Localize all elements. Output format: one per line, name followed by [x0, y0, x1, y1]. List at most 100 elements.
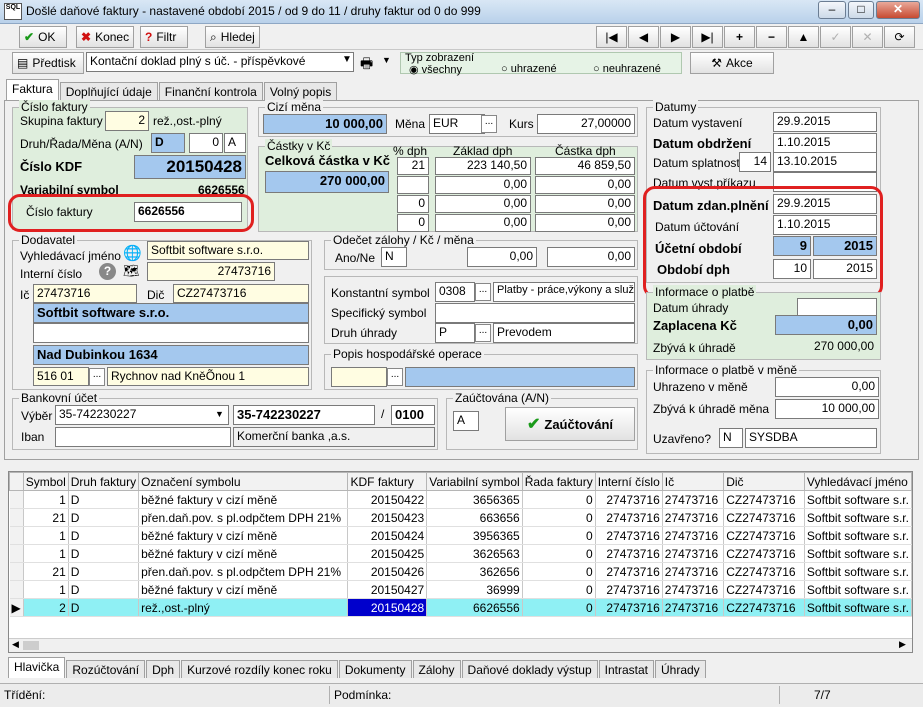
druh-uhrady-field[interactable]: P	[435, 323, 475, 343]
maximize-button[interactable]: □	[848, 1, 874, 19]
table-cell[interactable]: 20150428	[347, 598, 428, 617]
table-cell[interactable]: CZ27473716	[723, 580, 805, 599]
add-record-button[interactable]: +	[724, 26, 755, 48]
popis-lookup-button[interactable]: ...	[387, 368, 403, 386]
table-cell[interactable]: 6626556	[426, 598, 523, 617]
zaklad-4[interactable]: 0,00	[435, 214, 531, 232]
zaklad-2[interactable]: 0,00	[435, 176, 531, 194]
table-cell[interactable]: 27473716	[662, 508, 725, 527]
table-cell[interactable]: 27473716	[662, 544, 725, 563]
castka-3[interactable]: 0,00	[535, 195, 635, 213]
map-icon[interactable]: 🗺	[123, 263, 140, 279]
table-cell[interactable]: 362656	[426, 562, 523, 581]
table-row[interactable]: 1 Dběžné faktury v cizí měně 20150424 39563…	[9, 526, 912, 545]
rada-field[interactable]: 0	[189, 133, 223, 153]
datum-obdrzeni-field[interactable]: 1.10.2015	[773, 133, 877, 153]
table-cell[interactable]: 27473716	[595, 544, 663, 563]
uzivatel-field[interactable]: SYSDBA	[745, 428, 877, 448]
minimize-button[interactable]: –	[818, 1, 846, 19]
table-cell[interactable]: 0	[522, 562, 596, 581]
col-header[interactable]: Řada faktury	[521, 472, 596, 491]
tab-faktura[interactable]: Faktura	[6, 79, 59, 100]
table-row[interactable]: 1 Dběžné faktury v cizí měně 20150427 36999…	[9, 580, 912, 599]
printer-icon[interactable]: 🖶	[360, 53, 373, 77]
tab-dph[interactable]: Dph	[146, 660, 181, 678]
vyhledavaci-jmeno-field[interactable]: Softbit software s.r.o.	[147, 241, 309, 260]
tab-dokumenty[interactable]: Dokumenty	[338, 660, 412, 678]
table-row[interactable]: 21 Dpřen.daň.pov. s pl.odpčtem DPH 21% 201…	[9, 508, 912, 527]
datum-uhrady-field[interactable]	[797, 298, 877, 316]
table-cell[interactable]: přen.daň.pov. s pl.odpčtem DPH 21%	[138, 508, 349, 527]
faktury-grid[interactable]: Symbol Druh faktury Označení symbolu KDF…	[8, 471, 913, 653]
col-header[interactable]: Variabilní symbol	[426, 472, 523, 491]
table-cell[interactable]: 20150427	[347, 580, 428, 599]
druh-uhrady-lookup-button[interactable]: ...	[475, 324, 491, 342]
table-cell[interactable]: 20150422	[347, 490, 428, 509]
dph-rate-2[interactable]	[397, 176, 429, 194]
close-button[interactable]: ✕	[876, 1, 920, 19]
table-cell[interactable]: D	[68, 562, 140, 581]
col-header[interactable]: Symbol	[22, 472, 69, 491]
celkova-castka-field[interactable]: 270 000,00	[265, 171, 389, 193]
table-cell[interactable]: 1	[23, 544, 69, 563]
table-cell[interactable]: 27473716	[595, 598, 663, 617]
mesto-field[interactable]: Rychnov nad KněÕnou 1	[107, 367, 309, 386]
refresh-button[interactable]: ⟳	[884, 26, 915, 48]
table-cell[interactable]: 20150426	[347, 562, 428, 581]
kod-banky-field[interactable]: 0100	[391, 405, 435, 425]
table-cell[interactable]: 27473716	[662, 490, 725, 509]
zaplacena-kc-field[interactable]: 0,00	[775, 315, 877, 335]
konec-button[interactable]: ✖ Konec	[76, 26, 134, 48]
konst-lookup-button[interactable]: ...	[475, 283, 491, 301]
splatnost-days-field[interactable]: 14	[739, 152, 771, 172]
globe-icon[interactable]: 🌐	[123, 244, 142, 262]
table-row[interactable]: 1 Dběžné faktury v cizí měně 20150425 36265…	[9, 544, 912, 563]
table-cell[interactable]: běžné faktury v cizí měně	[138, 544, 349, 563]
akce-button[interactable]: ⚒ Akce	[690, 52, 774, 74]
radio-neuhrazene[interactable]: ○ neuhrazené	[593, 63, 661, 75]
col-header[interactable]: Ič	[661, 472, 725, 491]
radio-vsechny[interactable]: ◉ všechny	[409, 63, 462, 76]
specificky-symbol-field[interactable]	[435, 303, 635, 323]
nav-last-button[interactable]: ▶|	[692, 26, 723, 48]
table-cell[interactable]: CZ27473716	[723, 526, 805, 545]
nav-next-button[interactable]: ▶	[660, 26, 691, 48]
table-cell[interactable]: Softbit software s.r.	[804, 580, 912, 599]
table-cell[interactable]: 21	[23, 508, 69, 527]
table-cell[interactable]: 1	[23, 526, 69, 545]
scroll-thumb[interactable]	[23, 641, 39, 650]
iban-field[interactable]	[55, 427, 231, 447]
printer-dropdown-icon[interactable]: ▼	[382, 55, 391, 65]
odecet-kc-field[interactable]: 0,00	[467, 247, 537, 267]
hledej-button[interactable]: ⌕ Hledej	[205, 26, 260, 48]
table-cell[interactable]: 27473716	[662, 580, 725, 599]
row-indicator[interactable]	[9, 490, 24, 509]
table-cell[interactable]: Softbit software s.r.	[804, 490, 912, 509]
mena-field[interactable]: EUR	[429, 114, 485, 134]
table-cell[interactable]: 36999	[426, 580, 523, 599]
tab-kurzove-rozdily[interactable]: Kurzové rozdíly konec roku	[181, 660, 338, 678]
cislo-uctu-field[interactable]: 35-742230227	[233, 405, 375, 425]
table-cell[interactable]: CZ27473716	[723, 490, 805, 509]
radio-uhrazene[interactable]: ○ uhrazené	[501, 63, 557, 75]
edit-record-button[interactable]: ▲	[788, 26, 819, 48]
table-cell[interactable]: Softbit software s.r.	[804, 598, 912, 617]
table-cell[interactable]: 663656	[426, 508, 523, 527]
dph-rate-1[interactable]: 21	[397, 157, 429, 175]
popis-code-field[interactable]	[331, 367, 387, 387]
dic-field[interactable]: CZ27473716	[173, 284, 309, 303]
post-record-button[interactable]: ✓	[820, 26, 851, 48]
castka-1[interactable]: 46 859,50	[535, 157, 635, 175]
predtisk-button[interactable]: ▤ Předtisk	[12, 52, 84, 74]
filtr-button[interactable]: ? Filtr	[140, 26, 188, 48]
table-cell[interactable]: 27473716	[595, 490, 663, 509]
delete-record-button[interactable]: −	[756, 26, 787, 48]
row-indicator[interactable]	[9, 508, 24, 527]
castka-2[interactable]: 0,00	[535, 176, 635, 194]
cancel-record-button[interactable]: ✕	[852, 26, 883, 48]
table-cell[interactable]: Softbit software s.r.	[804, 562, 912, 581]
psc-field[interactable]: 516 01	[33, 367, 89, 386]
kurs-field[interactable]: 27,00000	[537, 114, 635, 134]
zaklad-1[interactable]: 223 140,50	[435, 157, 531, 175]
castka-4[interactable]: 0,00	[535, 214, 635, 232]
